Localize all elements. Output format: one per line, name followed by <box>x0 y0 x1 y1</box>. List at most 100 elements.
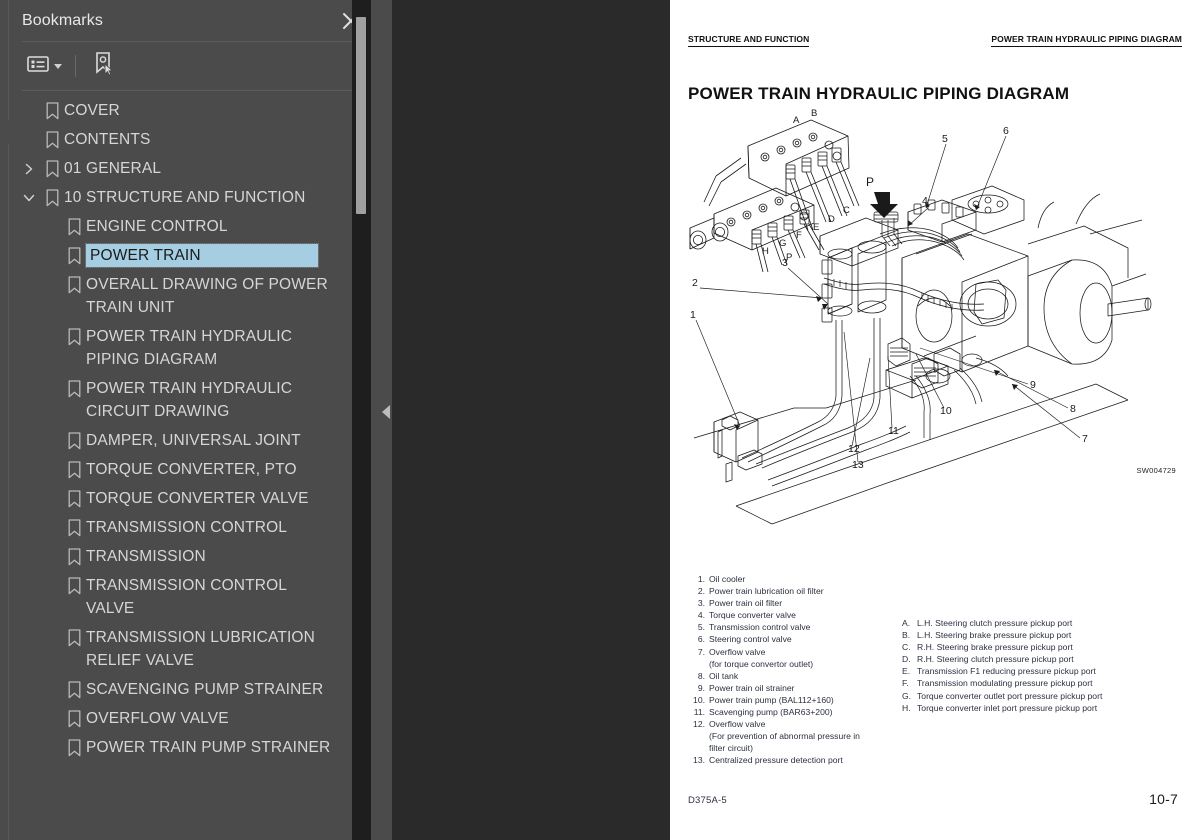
svg-text:H: H <box>762 246 769 257</box>
numbered-legend-item: 10. Power train pump (BAL112+160) <box>690 694 920 706</box>
chevron-down-icon <box>54 63 62 69</box>
bookmark-options-button[interactable] <box>22 51 67 82</box>
bookmarks-scrollbar[interactable] <box>352 0 371 840</box>
numbered-legend-text: Scavenging pump (BAR63+200) <box>709 707 833 718</box>
power-train-piping-illustration: A B C D E F G H P P 1 2 3 4 5 6 7 8 9 10… <box>676 108 1194 573</box>
lettered-legend-text: R.H. Steering clutch pressure pickup por… <box>917 654 1074 665</box>
numbered-legend-text: Transmission control valve <box>709 622 811 633</box>
svg-text:D: D <box>828 214 835 225</box>
bookmark-icon <box>62 627 86 649</box>
bookmark-item-scavenging-pump-strainer[interactable]: SCAVENGING PUMP STRAINER <box>9 675 358 704</box>
bookmark-item-label: POWER TRAIN PUMP STRAINER <box>86 739 331 756</box>
lettered-legend-key: A. <box>902 618 911 628</box>
bookmark-item-power-train-hydraulic-circuit-drawing[interactable]: POWER TRAIN HYDRAULIC CIRCUIT DRAWING <box>9 374 358 426</box>
bookmark-item-overflow-valve[interactable]: OVERFLOW VALVE <box>9 704 358 733</box>
bookmark-item-transmission-lubrication-relief-valve[interactable]: TRANSMISSION LUBRICATION RELIEF VALVE <box>9 623 358 675</box>
bookmark-item-power-train-hydraulic-piping-diagram[interactable]: POWER TRAIN HYDRAULIC PIPING DIAGRAM <box>9 322 358 374</box>
panel-edge-notch <box>0 120 9 144</box>
panel-left-edge <box>0 0 9 840</box>
bookmark-item-label: TRANSMISSION LUBRICATION RELIEF VALVE <box>86 629 315 669</box>
bookmark-item-label: OVERALL DRAWING OF POWER TRAIN UNIT <box>86 276 328 316</box>
numbered-legend-item: 1. Oil cooler <box>690 573 920 585</box>
bookmark-item-01-general[interactable]: 01 GENERAL <box>9 154 358 183</box>
bookmark-item-transmission-control[interactable]: TRANSMISSION CONTROL <box>9 513 358 542</box>
lettered-legend-key: F. <box>902 678 909 689</box>
numbered-legend-item: 12. Overflow valve <box>690 718 920 730</box>
document-page[interactable]: STRUCTURE AND FUNCTION POWER TRAIN HYDRA… <box>670 0 1200 840</box>
bookmark-item-torque-converter-valve[interactable]: TORQUE CONVERTER VALVE <box>9 484 358 513</box>
svg-text:G: G <box>779 238 786 249</box>
twisty-placeholder <box>40 245 62 267</box>
lettered-legend-text: Torque converter outlet port pressure pi… <box>917 690 1103 701</box>
twisty-placeholder <box>40 517 62 539</box>
twisty-placeholder <box>40 430 62 452</box>
svg-text:13: 13 <box>852 459 864 471</box>
toolbar-separator <box>75 55 76 77</box>
bookmark-item-label: POWER TRAIN HYDRAULIC PIPING DIAGRAM <box>86 328 293 368</box>
numbered-legend-item: filter circuit) <box>690 742 920 754</box>
collapse-panel-arrow-icon[interactable] <box>382 405 390 419</box>
bookmark-item-label: 01 GENERAL <box>64 160 162 177</box>
twisty-placeholder <box>40 459 62 481</box>
bookmark-item-engine-control[interactable]: ENGINE CONTROL <box>9 212 358 241</box>
bookmarks-panel: Bookmarks COVER CONTENTS 01 GENERAL 10 S… <box>0 0 380 840</box>
twisty-placeholder <box>40 546 62 568</box>
bookmark-item-cover[interactable]: COVER <box>9 96 358 125</box>
bookmark-item-overall-drawing-of-power-train-unit[interactable]: OVERALL DRAWING OF POWER TRAIN UNIT <box>9 270 358 322</box>
bookmark-item-10-structure-and-function[interactable]: 10 STRUCTURE AND FUNCTION <box>9 183 358 212</box>
new-bookmark-button[interactable] <box>87 47 121 86</box>
numbered-legend-key: 3. <box>697 598 705 609</box>
lettered-legend-text: R.H. Steering brake pressure pickup port <box>917 642 1073 653</box>
numbered-legend-item: 7. Overflow valve <box>690 646 920 658</box>
numbered-legend-key: 11. <box>693 707 705 718</box>
numbered-legend-item: 5. Transmission control valve <box>690 621 920 633</box>
numbered-legend-item: 8. Oil tank <box>690 670 920 682</box>
twisty-placeholder <box>40 708 62 730</box>
bookmark-item-power-train-pump-strainer[interactable]: POWER TRAIN PUMP STRAINER <box>9 733 358 762</box>
bookmark-item-label: ENGINE CONTROL <box>86 218 228 235</box>
bookmark-icon <box>40 158 64 180</box>
bookmarks-tree: COVER CONTENTS 01 GENERAL 10 STRUCTURE AND … <box>9 91 358 840</box>
document-viewer: STRUCTURE AND FUNCTION POWER TRAIN HYDRA… <box>380 0 1200 840</box>
bookmark-icon <box>62 430 86 452</box>
numbered-legend-text: Centralized pressure detection port <box>709 755 843 766</box>
twisty-placeholder <box>40 679 62 701</box>
numbered-legend-item: 9. Power train oil strainer <box>690 682 920 694</box>
bookmark-item-label: CONTENTS <box>64 131 151 148</box>
twisty-placeholder <box>40 274 62 296</box>
lettered-legend-item: F. Transmission modulating pressure picku… <box>902 677 1182 689</box>
bookmark-item-damper-universal-joint[interactable]: DAMPER, UNIVERSAL JOINT <box>9 426 358 455</box>
lettered-legend-text: Torque converter inlet port pressure pic… <box>917 702 1098 713</box>
bookmark-item-torque-converter-pto[interactable]: TORQUE CONVERTER, PTO <box>9 455 358 484</box>
numbered-legend-text: Oil cooler <box>709 574 746 584</box>
bookmark-icon <box>62 737 86 759</box>
chevron-down-icon[interactable] <box>18 187 40 209</box>
twisty-placeholder <box>40 575 62 597</box>
chevron-right-icon[interactable] <box>18 158 40 180</box>
numbered-legend-text: Power train oil strainer <box>709 682 795 693</box>
bookmark-item-transmission[interactable]: TRANSMISSION <box>9 542 358 571</box>
svg-text:12: 12 <box>848 443 860 455</box>
bookmark-item-label: TRANSMISSION CONTROL <box>86 519 288 536</box>
twisty-placeholder <box>40 488 62 510</box>
panel-collapse-handle[interactable] <box>380 0 392 840</box>
lettered-legend-item: B. L.H. Steering brake pressure pickup po… <box>902 629 1182 641</box>
bookmark-item-label: OVERFLOW VALVE <box>86 710 229 727</box>
svg-text:9: 9 <box>1030 379 1036 391</box>
lettered-legend-item: G. Torque converter outlet port pressure … <box>902 690 1182 702</box>
bookmark-icon <box>62 679 86 701</box>
numbered-legend-key: 6. <box>697 634 705 645</box>
bookmark-item-contents[interactable]: CONTENTS <box>9 125 358 154</box>
numbered-legend-item: 4. Torque converter valve <box>690 609 920 621</box>
lettered-legend-item: E. Transmission F1 reducing pressure pick… <box>902 665 1182 677</box>
svg-text:6: 6 <box>1003 125 1009 137</box>
numbered-legend-text: Oil tank <box>709 670 739 681</box>
numbered-legend-text: Steering control valve <box>709 634 792 645</box>
footer-page-number: 10-7 <box>1149 791 1178 807</box>
twisty-placeholder <box>18 129 40 151</box>
bookmarks-scrollbar-thumb[interactable] <box>356 17 366 214</box>
numbered-legend-text: Power train oil filter <box>709 598 783 609</box>
numbered-legend-text: Overflow valve <box>709 646 766 657</box>
bookmark-item-transmission-control-valve[interactable]: TRANSMISSION CONTROL VALVE <box>9 571 358 623</box>
bookmark-item-power-train[interactable]: POWER TRAIN <box>9 241 358 270</box>
